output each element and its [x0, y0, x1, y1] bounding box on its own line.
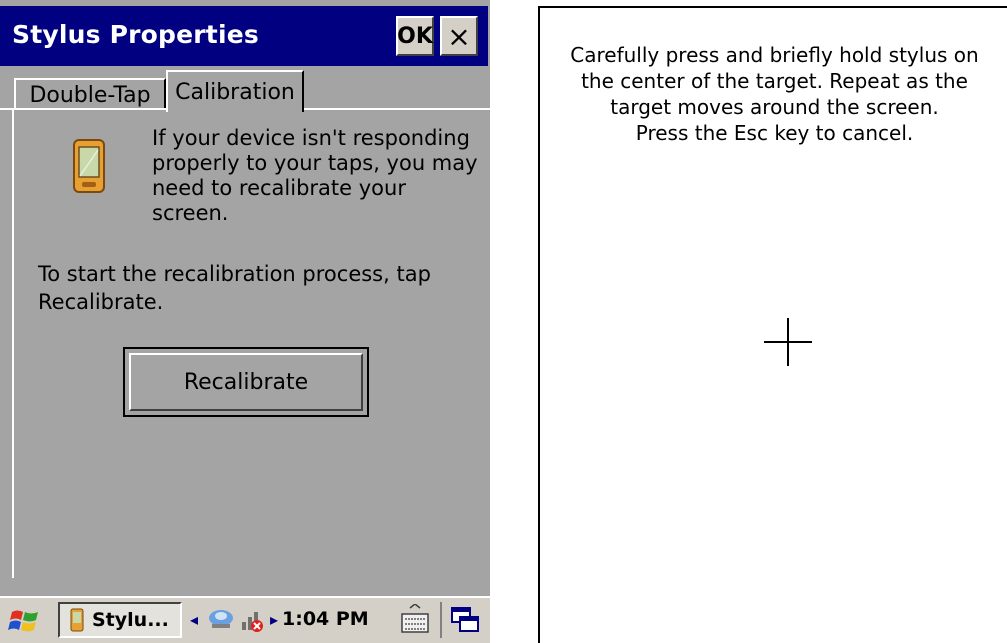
clock[interactable]: 1:04 PM — [282, 608, 369, 630]
window-title: Stylus Properties — [12, 20, 259, 49]
taskbar-task-stylus[interactable]: Stylu... — [58, 602, 182, 638]
instruction-line: target moves around the screen. — [610, 95, 939, 119]
tray-scroll-right-icon[interactable]: ▸ — [270, 610, 278, 629]
calibration-instruction: To start the recalibration process, tap … — [38, 262, 431, 314]
windows-flag-icon[interactable] — [8, 606, 42, 636]
recalibrate-button-face[interactable]: Recalibrate — [129, 353, 363, 411]
desktop-icon[interactable] — [450, 606, 480, 634]
recalibrate-label: Recalibrate — [183, 369, 309, 395]
signal-off-icon[interactable] — [240, 606, 266, 634]
tray-scroll-left-icon[interactable]: ◂ — [190, 610, 198, 629]
instruction-line: the center of the target. Repeat as the — [581, 69, 968, 93]
panel-border — [12, 108, 14, 578]
pocket-pc-icon — [73, 139, 105, 193]
task-label: Stylu... — [92, 609, 169, 631]
calibration-screen[interactable]: Carefully press and briefly hold stylus … — [538, 6, 1007, 643]
tab-calibration[interactable]: Calibration — [166, 70, 304, 112]
calibration-instructions: Carefully press and briefly hold stylus … — [540, 42, 1007, 146]
keyboard-icon[interactable] — [400, 604, 430, 636]
tab-double-tap[interactable]: Double-Tap — [14, 78, 166, 110]
instruction-line: Carefully press and briefly hold stylus … — [570, 43, 979, 67]
close-button[interactable]: × — [440, 16, 478, 56]
title-bar: Stylus Properties OK × — [0, 6, 488, 66]
tab-divider — [0, 108, 166, 110]
ok-button[interactable]: OK — [396, 16, 434, 56]
recalibrate-button[interactable]: Recalibrate — [123, 347, 369, 417]
tab-strip: Double-Tap Calibration — [0, 66, 490, 112]
taskbar-separator — [440, 602, 442, 638]
taskbar: Stylu... ◂ ▸ 1:04 PM — [0, 596, 490, 643]
crosshair-icon[interactable] — [758, 312, 818, 372]
stylus-properties-window: Stylus Properties OK × Double-Tap Calibr… — [0, 0, 490, 643]
pocket-pc-icon — [70, 608, 84, 632]
calibration-message: If your device isn't responding properly… — [152, 126, 478, 225]
instruction-line: Press the Esc key to cancel. — [635, 121, 914, 145]
network-icon[interactable] — [206, 606, 236, 632]
tab-divider — [304, 108, 490, 110]
